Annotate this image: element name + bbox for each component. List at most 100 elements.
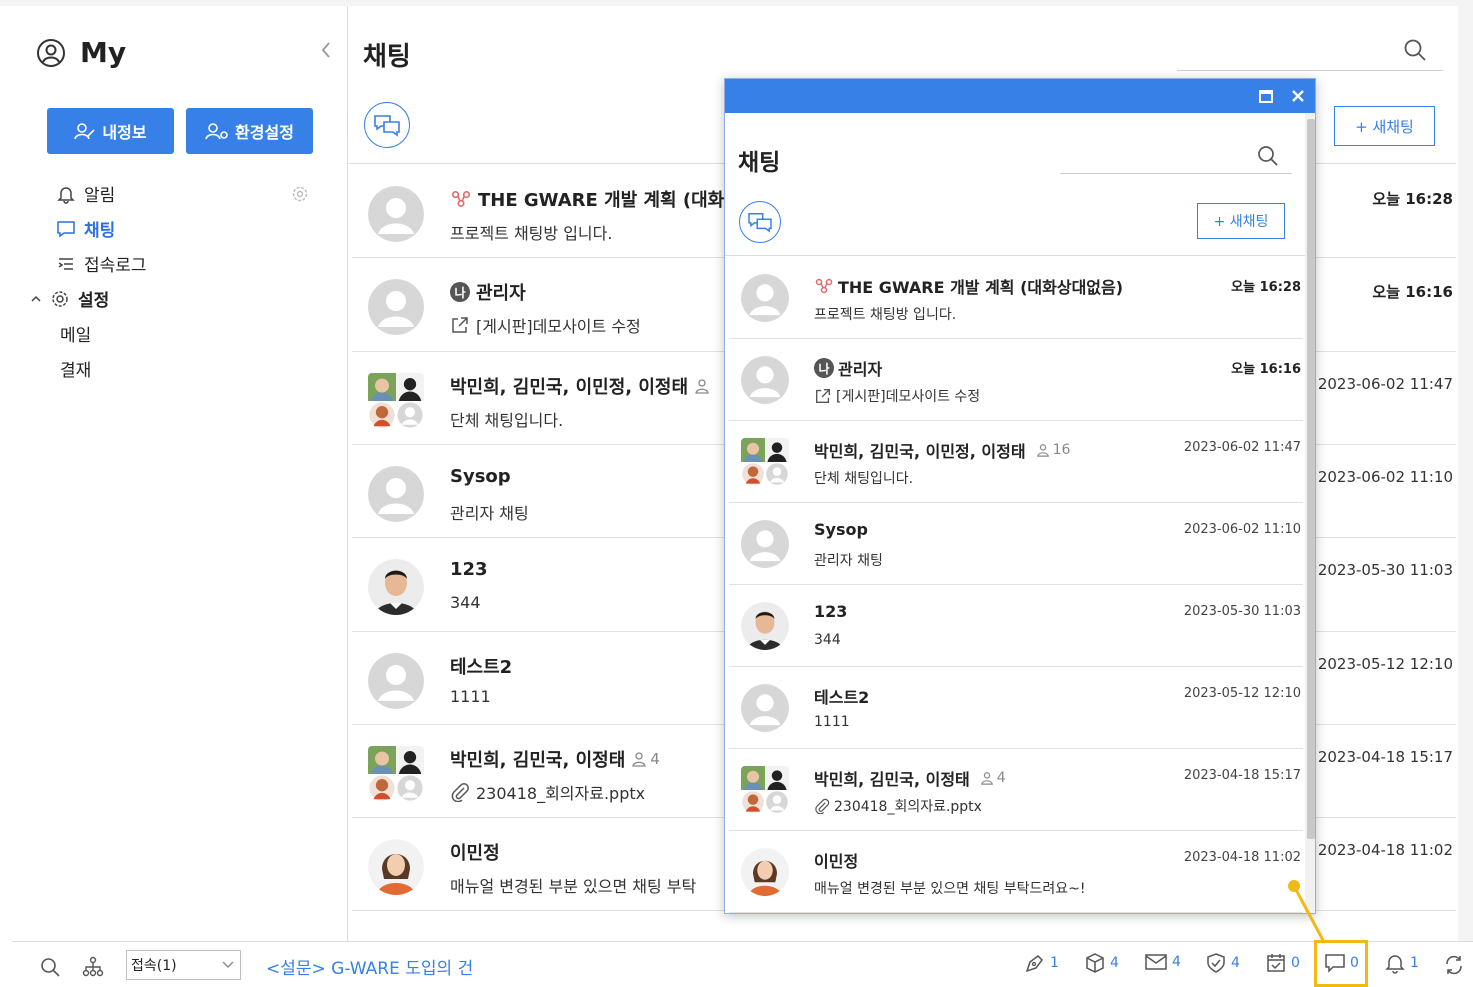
box-count: 4	[1110, 955, 1119, 971]
cube-icon	[1086, 953, 1104, 973]
last-message-text: 230418_회의자료.pptx	[476, 783, 646, 803]
paperclip-icon	[815, 798, 830, 814]
popup-titlebar[interactable]	[725, 79, 1315, 113]
chat-room-name: 123	[450, 559, 488, 580]
refresh-icon[interactable]	[1443, 954, 1465, 976]
avatar	[741, 766, 789, 814]
avatar	[741, 356, 789, 404]
search-input[interactable]	[1177, 70, 1443, 71]
sidebar-title: My	[80, 36, 127, 69]
popup-chat-row[interactable]	[729, 584, 1303, 666]
chevron-left-icon[interactable]	[320, 40, 332, 60]
popup-scroll-thumb[interactable]	[1307, 119, 1315, 839]
chat-button-highlight	[1314, 940, 1368, 987]
avatar	[741, 520, 789, 568]
avatar	[741, 274, 789, 322]
pen-nib-icon	[1025, 955, 1043, 973]
room-name-text: 테스트2	[814, 688, 870, 707]
avatar	[741, 602, 789, 650]
last-message: 매뉴얼 변경된 부분 있으면 채팅 부탁	[450, 873, 696, 897]
search-icon[interactable]	[40, 957, 60, 977]
sidebar-subitem-approval[interactable]: 결재	[60, 356, 91, 381]
last-message-text: 230418_회의자료.pptx	[834, 799, 982, 815]
avatar	[741, 848, 789, 896]
message-time: 오늘 16:28	[1231, 280, 1301, 295]
popup-title: 채팅	[738, 150, 781, 176]
avatar	[368, 839, 424, 896]
org-chart-icon[interactable]	[82, 956, 104, 978]
popup-search-input[interactable]	[1060, 173, 1292, 174]
chat-room-name: 이민정	[814, 848, 858, 872]
message-time: 2023-04-18 15:17	[1183, 768, 1301, 783]
gear-icon[interactable]	[291, 185, 309, 203]
survey-link[interactable]: <설문> G-WARE 도입의 건	[266, 954, 473, 979]
window-edge	[1458, 0, 1473, 941]
member-count-text: 16	[1052, 442, 1071, 458]
last-message-text: 프로젝트 채팅방 입니다.	[814, 307, 957, 323]
members-icon	[980, 772, 993, 785]
message-time: 2023-05-12 12:10	[1183, 686, 1301, 701]
box-button[interactable]: 4	[1084, 952, 1119, 974]
pen-button[interactable]: 1	[1024, 952, 1059, 974]
profile-button[interactable]: 내정보	[47, 108, 174, 154]
sidebar: My 내정보 환경설정 알림 채팅 접속로그 설정 메일 결재	[12, 6, 348, 941]
presence-select-value: 접속(1)	[131, 958, 177, 974]
room-name-text: 123	[450, 559, 488, 581]
last-message-text: 매뉴얼 변경된 부분 있으면 채팅 부탁	[450, 877, 697, 897]
last-message-text: [게시판]데모사이트 수정	[476, 317, 641, 337]
message-time: 2023-04-18 11:02	[1183, 850, 1301, 865]
approval-button[interactable]: 4	[1205, 952, 1240, 974]
notification-button[interactable]: 1	[1384, 952, 1419, 974]
message-time: 오늘 16:16	[1231, 362, 1301, 377]
sidebar-item-alarm[interactable]: 알림	[56, 181, 115, 206]
sidebar-item-label: 메일	[60, 326, 92, 346]
popup-chat-mode-button[interactable]	[739, 201, 781, 243]
last-message: 관리자 채팅	[450, 500, 529, 524]
presence-select[interactable]: 접속(1)	[126, 950, 241, 980]
sidebar-header: My	[36, 36, 126, 69]
sidebar-item-settings[interactable]: 설정	[30, 286, 109, 311]
search-icon[interactable]	[1257, 145, 1279, 167]
close-icon[interactable]	[1291, 89, 1305, 103]
sidebar-subitem-mail[interactable]: 메일	[60, 321, 91, 346]
chat-room-name: 테스트2	[814, 684, 869, 708]
popup-chat-row[interactable]	[729, 502, 1303, 584]
last-message-text: 관리자 채팅	[814, 553, 883, 569]
chat-mode-button[interactable]	[364, 102, 410, 148]
settings-button[interactable]: 환경설정	[186, 108, 313, 154]
settings-button-label: 환경설정	[235, 123, 294, 142]
calendar-icon	[1267, 954, 1285, 972]
message-time: 2023-06-02 11:47	[1317, 374, 1453, 393]
profile-button-label: 내정보	[102, 123, 147, 142]
room-name-text: 박민희, 김민국, 이민정, 이정태	[450, 376, 689, 398]
notification-count: 1	[1410, 955, 1419, 971]
members-icon	[1036, 444, 1049, 457]
sidebar-item-chat[interactable]: 채팅	[56, 216, 115, 241]
paperclip-icon	[451, 782, 469, 802]
last-message: 단체 채팅입니다.	[450, 407, 563, 431]
bell-icon	[1385, 955, 1405, 974]
mail-count: 4	[1172, 954, 1181, 970]
new-chat-button[interactable]: + 새채팅	[1334, 106, 1435, 146]
member-count: 16	[1036, 442, 1071, 458]
search-icon[interactable]	[1403, 38, 1427, 62]
calendar-button[interactable]: 0	[1265, 952, 1300, 974]
user-gear-icon	[205, 123, 228, 140]
message-time: 2023-05-30 11:03	[1183, 604, 1301, 619]
last-message-text: [게시판]데모사이트 수정	[836, 389, 981, 405]
popup-new-chat-button[interactable]: + 새채팅	[1197, 203, 1285, 239]
maximize-icon[interactable]	[1259, 90, 1273, 103]
last-message-text: 매뉴얼 변경된 부분 있으면 채팅 부탁드려요~!	[814, 881, 1086, 897]
avatar	[368, 465, 424, 522]
last-message: 230418_회의자료.pptx	[450, 780, 645, 804]
sidebar-item-label: 접속로그	[84, 256, 147, 276]
last-message-text: 단체 채팅입니다.	[450, 410, 564, 430]
room-name-text: 박민희, 김민국, 이정태	[814, 770, 970, 789]
last-message: 1111	[450, 687, 491, 706]
sidebar-item-access-log[interactable]: 접속로그	[56, 251, 147, 276]
message-time: 2023-05-12 12:10	[1317, 654, 1453, 673]
avatar	[368, 279, 424, 336]
mail-button[interactable]: 4	[1144, 952, 1181, 972]
chat-bubbles-icon	[374, 115, 400, 137]
message-time: 오늘 16:16	[1372, 283, 1453, 302]
